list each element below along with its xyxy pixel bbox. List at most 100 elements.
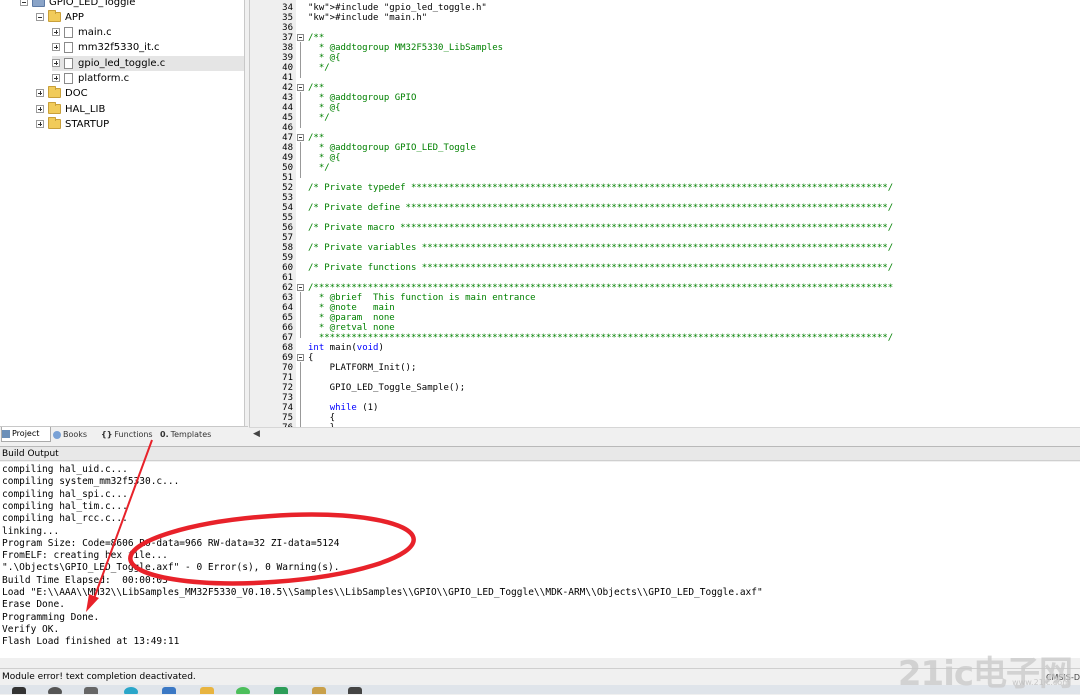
tree-file-item[interactable]: main.c — [52, 25, 112, 40]
code-line[interactable]: /* Private variables *******************… — [308, 243, 893, 253]
tab-project[interactable]: Project — [1, 427, 51, 442]
build-output-line: compiling hal_uid.c... — [2, 464, 128, 475]
code-line[interactable]: /* Private typedef *********************… — [308, 183, 893, 193]
tool-icon[interactable] — [312, 687, 326, 694]
fold-guide-line — [300, 92, 301, 128]
excel-icon[interactable] — [274, 687, 288, 694]
tree-file-item[interactable]: mm32f5330_it.c — [52, 40, 160, 55]
expand-icon[interactable] — [36, 105, 44, 113]
tab-label: Project — [12, 429, 40, 438]
code-line[interactable]: * @{ — [308, 53, 341, 63]
editor-horizontal-scrollbar[interactable]: ◀ — [249, 427, 1080, 441]
app-icon[interactable] — [162, 687, 176, 694]
tree-folder-startup[interactable]: STARTUP — [36, 117, 109, 132]
tree-file-label: gpio_led_toggle.c — [78, 58, 166, 69]
code-line[interactable]: PLATFORM_Init(); — [308, 363, 417, 373]
line-number: 72 — [282, 383, 293, 393]
expand-icon[interactable] — [52, 74, 60, 82]
code-line[interactable]: /** — [308, 83, 324, 93]
build-output-panel[interactable]: compiling hal_uid.c... compiling system_m… — [0, 462, 1080, 658]
code-line[interactable]: ****************************************… — [308, 333, 893, 343]
code-line[interactable]: * @addtogroup MM32F5330_LibSamples — [308, 43, 503, 53]
line-number: 69 — [282, 353, 293, 363]
fold-collapse-icon[interactable] — [297, 34, 304, 41]
code-line[interactable]: { — [308, 353, 313, 363]
tree-folder-hal-lib[interactable]: HAL_LIB — [36, 102, 105, 117]
build-output-line: compiling hal_spi.c... — [2, 488, 128, 500]
code-line[interactable]: * @{ — [308, 153, 341, 163]
tab-functions[interactable]: {} Functions — [101, 428, 157, 442]
project-icon — [32, 0, 45, 7]
code-line[interactable]: /***************************************… — [308, 283, 893, 293]
watermark-url: www.21ic.com — [1012, 678, 1070, 687]
code-line[interactable]: "kw">#include "main.h" — [308, 13, 427, 23]
tab-templates[interactable]: 0. Templates — [160, 428, 224, 442]
code-line[interactable]: GPIO_LED_Toggle_Sample(); — [308, 383, 465, 393]
line-number: 51 — [282, 173, 293, 183]
expand-icon[interactable] — [52, 28, 60, 36]
line-number: 68 — [282, 343, 293, 353]
c-file-icon — [64, 26, 73, 38]
expand-icon[interactable] — [52, 59, 60, 67]
browser-icon[interactable] — [124, 687, 138, 694]
line-number: 44 — [282, 103, 293, 113]
code-line[interactable]: */ — [308, 163, 330, 173]
code-line[interactable]: /** — [308, 133, 324, 143]
code-line[interactable]: /** — [308, 33, 324, 43]
code-line[interactable]: * @addtogroup GPIO — [308, 93, 417, 103]
line-number: 49 — [282, 153, 293, 163]
fold-collapse-icon[interactable] — [297, 284, 304, 291]
code-line[interactable]: { — [308, 413, 335, 423]
line-number: 54 — [282, 203, 293, 213]
scroll-left-icon[interactable]: ◀ — [253, 429, 260, 439]
code-line[interactable]: "kw">#include "gpio_led_toggle.h" — [308, 3, 487, 13]
line-number: 47 — [282, 133, 293, 143]
folder-icon[interactable] — [200, 687, 214, 694]
collapse-icon[interactable] — [20, 0, 28, 6]
code-line[interactable]: * @{ — [308, 103, 341, 113]
expand-icon[interactable] — [36, 89, 44, 97]
code-line[interactable]: * @note main — [308, 303, 395, 313]
tree-file-item-selected[interactable]: gpio_led_toggle.c — [52, 56, 244, 71]
tree-root-item[interactable]: GPIO_LED_Toggle — [20, 0, 135, 10]
start-icon[interactable] — [12, 687, 26, 694]
collapse-icon[interactable] — [36, 13, 44, 21]
code-line[interactable]: /* Private functions *******************… — [308, 263, 893, 273]
tree-file-item[interactable]: platform.c — [52, 71, 129, 86]
code-line[interactable]: /* Private define **********************… — [308, 203, 893, 213]
fold-guide-line — [300, 292, 301, 338]
tree-folder-label: APP — [65, 12, 84, 23]
fold-collapse-icon[interactable] — [297, 134, 304, 141]
folder-icon — [48, 102, 61, 114]
build-output-line: Build Time Elapsed: 00:00:03 — [2, 574, 168, 586]
expand-icon[interactable] — [52, 43, 60, 51]
code-line[interactable]: /* Private macro ***********************… — [308, 223, 893, 233]
tree-folder-doc[interactable]: DOC — [36, 86, 88, 101]
tab-books[interactable]: Books — [53, 428, 97, 442]
search-icon[interactable] — [48, 687, 62, 694]
code-line[interactable]: int main(void) — [308, 343, 384, 353]
tree-folder-app[interactable]: APP — [36, 10, 84, 25]
line-number: 62 — [282, 283, 293, 293]
expand-icon[interactable] — [36, 120, 44, 128]
code-editor[interactable]: 34 35 36 37 38 39 40 41 42 43 44 45 46 47 48 49 50 51 52 53… — [249, 0, 1080, 427]
keil-icon[interactable] — [348, 687, 362, 694]
fold-collapse-icon[interactable] — [297, 354, 304, 361]
task-view-icon[interactable] — [84, 687, 98, 694]
line-number: 36 — [282, 23, 293, 33]
wechat-icon[interactable] — [236, 687, 250, 694]
line-number: 70 — [282, 363, 293, 373]
line-number: 50 — [282, 163, 293, 173]
code-line[interactable]: * @brief This function is main entrance — [308, 293, 536, 303]
code-line[interactable]: */ — [308, 113, 330, 123]
fold-collapse-icon[interactable] — [297, 84, 304, 91]
code-line[interactable]: * @param none — [308, 313, 395, 323]
code-line[interactable]: */ — [308, 63, 330, 73]
line-number: 56 — [282, 223, 293, 233]
code-line[interactable]: * @retval none — [308, 323, 395, 333]
code-line[interactable]: while (1) — [308, 403, 379, 413]
line-number: 73 — [282, 393, 293, 403]
code-line[interactable]: * @addtogroup GPIO_LED_Toggle — [308, 143, 476, 153]
watermark-logo: 21ic电子网 — [897, 654, 1073, 694]
functions-icon: {} — [101, 430, 113, 439]
